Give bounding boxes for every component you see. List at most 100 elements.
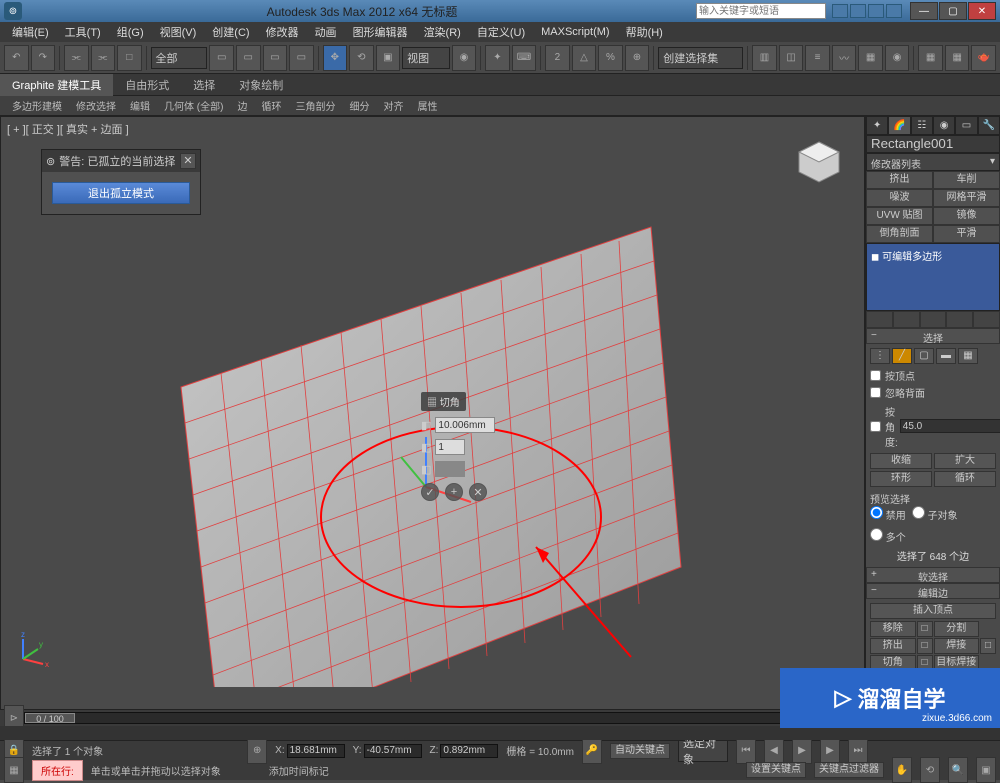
schematic-icon[interactable]: ▦	[858, 45, 883, 71]
exit-isolation-button[interactable]: 退出孤立模式	[52, 182, 190, 204]
subtab-loop[interactable]: 循环	[255, 96, 287, 115]
nav-pan-icon[interactable]: ✋	[892, 757, 912, 783]
play-next-icon[interactable]: ▶	[820, 738, 840, 764]
weld-settings-icon[interactable]: □	[980, 638, 996, 654]
x-coord-input[interactable]	[287, 744, 345, 758]
bind-icon[interactable]: □	[117, 45, 142, 71]
preview-multi-radio[interactable]: 多个	[870, 528, 906, 544]
extrude-edge-button[interactable]: 挤出	[870, 638, 916, 654]
ribbon-selection[interactable]: 选择	[181, 74, 227, 96]
nav-zoom-icon[interactable]: 🔍	[948, 757, 968, 783]
ribbon-freeform[interactable]: 自由形式	[113, 74, 181, 96]
align-icon[interactable]: ◫	[779, 45, 804, 71]
grow-button[interactable]: 扩大	[934, 453, 996, 469]
mod-lathe[interactable]: 车削	[933, 171, 1000, 189]
remove-settings-icon[interactable]: □	[917, 621, 933, 637]
play-start-icon[interactable]: ⏮	[736, 738, 756, 764]
pin-stack-icon[interactable]	[866, 311, 893, 328]
mirror-icon[interactable]: ▥	[752, 45, 777, 71]
select-name-icon[interactable]: ▭	[236, 45, 261, 71]
manip-icon[interactable]: ✦	[485, 45, 510, 71]
object-name-field[interactable]	[866, 135, 1000, 153]
ribbon-graphite[interactable]: Graphite 建模工具	[0, 74, 113, 96]
undo-icon[interactable]: ↶	[4, 45, 29, 71]
dialog-title-bar[interactable]: ⊚ 警告: 已孤立的当前选择 ✕	[42, 150, 200, 172]
menu-graph[interactable]: 图形编辑器	[345, 22, 416, 42]
poly-subobj-icon[interactable]: ▬	[936, 348, 956, 364]
mod-noise[interactable]: 噪波	[866, 189, 933, 207]
redo-icon[interactable]: ↷	[31, 45, 56, 71]
mod-smooth[interactable]: 平滑	[933, 225, 1000, 243]
by-vertex-checkbox[interactable]: 按顶点	[870, 368, 996, 383]
stack-item-epoly[interactable]: ◼ 可编辑多边形	[869, 246, 997, 265]
insert-vertex-button[interactable]: 插入顶点	[870, 603, 996, 619]
time-marker[interactable]: 0 / 100	[25, 713, 75, 723]
ignore-backfacing-checkbox[interactable]: 忽略背面	[870, 385, 996, 400]
chamfer-open-toggle[interactable]	[435, 461, 465, 477]
subtab-subdiv[interactable]: 细分	[343, 96, 375, 115]
mod-uvw[interactable]: UVW 贴图	[866, 207, 933, 225]
subtab-tri[interactable]: 三角剖分	[289, 96, 341, 115]
help-icon[interactable]	[886, 4, 902, 18]
menu-maxscript[interactable]: MAXScript(M)	[533, 24, 617, 40]
preview-subobj-radio[interactable]: 子对象	[912, 506, 958, 522]
layers-icon[interactable]: ≡	[805, 45, 830, 71]
utilities-tab-icon[interactable]: 🔧	[978, 116, 1000, 135]
menu-views[interactable]: 视图(V)	[152, 22, 205, 42]
menu-animation[interactable]: 动画	[307, 22, 345, 42]
chamfer-segments-input[interactable]	[435, 439, 465, 455]
menu-render[interactable]: 渲染(R)	[416, 22, 469, 42]
show-icon[interactable]	[850, 4, 866, 18]
select-icon[interactable]: ▭	[209, 45, 234, 71]
viewport-label[interactable]: [ + ][ 正交 ][ 真实 + 边面 ]	[7, 121, 129, 137]
play-end-icon[interactable]: ⏭	[848, 738, 868, 764]
named-selection-set[interactable]: 创建选择集	[658, 47, 743, 69]
setkey-button[interactable]: 设置关键点	[746, 762, 806, 778]
curve-editor-icon[interactable]: 〰	[832, 45, 857, 71]
caddy-apply-button[interactable]: +	[445, 483, 463, 501]
rollout-edit-edges[interactable]: 编辑边	[866, 583, 1000, 599]
element-subobj-icon[interactable]: ▦	[958, 348, 978, 364]
modify-tab-icon[interactable]: 🌈	[888, 116, 910, 135]
menu-help[interactable]: 帮助(H)	[618, 22, 671, 42]
show-result-icon[interactable]	[893, 311, 920, 328]
selection-filter[interactable]: 全部	[151, 47, 208, 69]
subtab-poly[interactable]: 多边形建模	[6, 96, 68, 115]
transform-type-icon[interactable]: ⊕	[247, 738, 267, 764]
subtab-edit[interactable]: 编辑	[124, 96, 156, 115]
snap-spinner-icon[interactable]: ⊕	[625, 45, 650, 71]
snap-2d-icon[interactable]: 2	[545, 45, 570, 71]
ribbon-paint[interactable]: 对象绘制	[227, 74, 295, 96]
vertex-subobj-icon[interactable]: ⋮	[870, 348, 890, 364]
edge-subobj-icon[interactable]: ╱	[892, 348, 912, 364]
rotate-icon[interactable]: ⟲	[349, 45, 374, 71]
nav-max-icon[interactable]: ▣	[976, 757, 996, 783]
mod-bevel[interactable]: 倒角剖面	[866, 225, 933, 243]
chamfer-amount-input[interactable]	[435, 417, 495, 433]
subtab-geom[interactable]: 几何体 (全部)	[158, 96, 229, 115]
unlink-icon[interactable]: ⫘	[91, 45, 116, 71]
mod-meshsmooth[interactable]: 网格平滑	[933, 189, 1000, 207]
subtab-edge[interactable]: 边	[231, 96, 253, 115]
help-search-input[interactable]	[696, 3, 826, 19]
modifier-list-dropdown[interactable]: 修改器列表▾	[866, 153, 1000, 171]
viewport[interactable]: [ + ][ 正交 ][ 真实 + 边面 ]	[0, 116, 865, 710]
motion-tab-icon[interactable]: ◉	[933, 116, 955, 135]
viewcube-icon[interactable]	[794, 137, 844, 187]
loop-button[interactable]: 循环	[934, 471, 996, 487]
render-setup-icon[interactable]: ▦	[918, 45, 943, 71]
keymode-dropdown[interactable]: 选定对象	[678, 740, 728, 762]
border-subobj-icon[interactable]: ▢	[914, 348, 934, 364]
play-icon[interactable]: ▶	[792, 738, 812, 764]
script-line-button[interactable]: 所在行:	[32, 760, 83, 781]
remove-mod-icon[interactable]	[946, 311, 973, 328]
dialog-close-button[interactable]: ✕	[180, 153, 196, 169]
keyboard-icon[interactable]: ⌨	[512, 45, 537, 71]
render-frame-icon[interactable]: ▦	[945, 45, 970, 71]
time-ruler[interactable]	[0, 726, 1000, 740]
menu-edit[interactable]: 编辑(E)	[4, 22, 57, 42]
info-icon[interactable]	[832, 4, 848, 18]
ring-button[interactable]: 环形	[870, 471, 932, 487]
select-region-icon[interactable]: ▭	[263, 45, 288, 71]
menu-create[interactable]: 创建(C)	[204, 22, 257, 42]
